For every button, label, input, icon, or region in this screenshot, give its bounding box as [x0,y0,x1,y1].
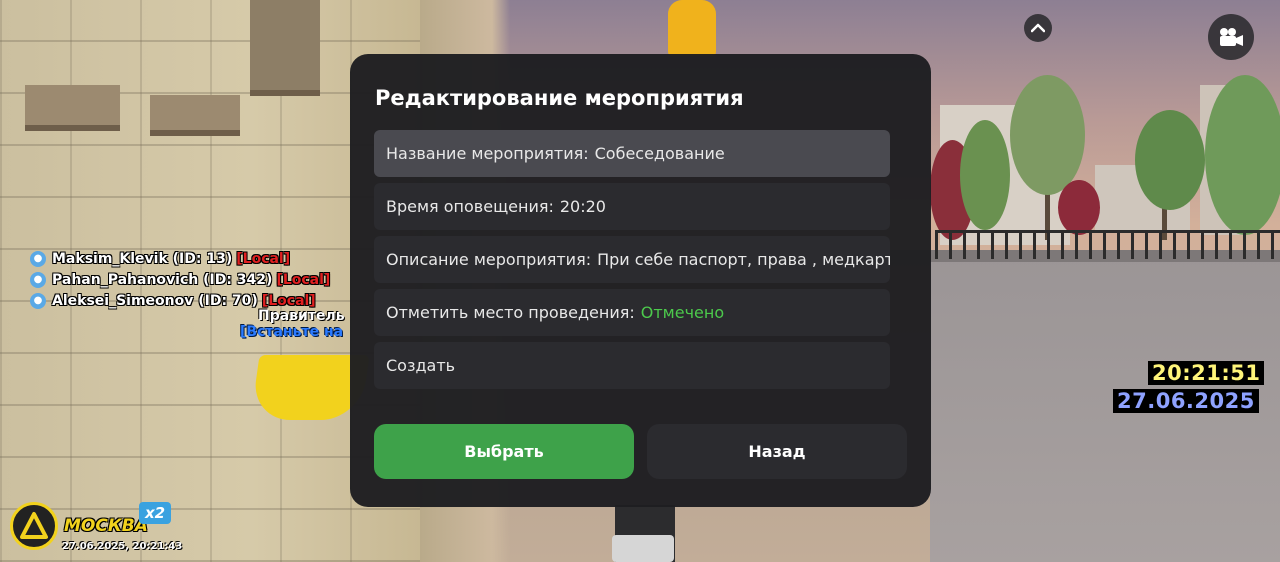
server-city: МОСКВА [64,516,148,536]
event-description-item[interactable]: Описание мероприятия: При себе паспорт, … [374,236,890,283]
video-camera-icon [1220,28,1243,46]
microphone-icon: ● [30,292,46,309]
tree [1205,75,1280,235]
mark-location-item[interactable]: Отметить место проведения: Отмечено [374,289,890,336]
player-row: ● Maksim_Klevik (ID: 13) [Local] [30,248,330,269]
tree [960,120,1010,230]
player-row: ● Pahan_Pahanovich (ID: 342) [Local] [30,269,330,290]
fence [935,230,1280,259]
game-date: 27.06.2025 [1113,389,1259,413]
notification-time-item[interactable]: Время оповещения: 20:20 [374,183,890,230]
npc-label: Правитель [258,308,345,324]
event-name-item[interactable]: Название мероприятия: Собеседование [374,130,890,177]
window [25,85,120,131]
server-datetime: 27.06.2025, 20:21:43 [62,541,183,552]
item-label: Название мероприятия: [386,144,589,163]
item-label: Создать [386,356,456,375]
server-logo-icon [10,502,58,550]
logo-glyph [20,512,48,539]
player-name: Aleksei_Simeonov (ID: 70) [52,292,258,309]
item-value: 20:20 [559,197,606,216]
camera-button[interactable] [1208,14,1254,60]
select-button[interactable]: Выбрать [374,424,634,479]
item-label: Время оповещения: [386,197,554,216]
dialog-title: Редактирование мероприятия [375,86,744,110]
character-jacket [668,0,716,56]
npc-hint: [Встаньте на [240,324,344,340]
microphone-icon: ● [30,250,46,267]
microphone-icon: ● [30,271,46,288]
player-name: Pahan_Pahanovich (ID: 342) [52,271,273,288]
player-name: Maksim_Klevik (ID: 13) [52,250,233,267]
item-value: Отмечено [640,303,725,322]
back-button[interactable]: Назад [647,424,907,479]
chevron-up-icon [1031,23,1045,33]
character-shoes [612,535,674,562]
item-label: Отметить место проведения: [386,303,635,322]
multiplier-badge: x2 [139,502,171,524]
tree [1135,110,1205,210]
local-tag: [Local] [261,292,316,309]
local-tag: [Local] [276,271,331,288]
game-time: 20:21:51 [1148,361,1265,385]
window [250,0,320,96]
create-item[interactable]: Создать [374,342,890,389]
tree [1058,180,1100,235]
collapse-button[interactable] [1024,14,1052,42]
event-edit-dialog: Редактирование мероприятия Название меро… [350,54,931,507]
local-tag: [Local] [236,250,291,267]
item-label: Описание мероприятия: [386,250,592,269]
window [150,95,240,136]
nearby-players-list: ● Maksim_Klevik (ID: 13) [Local] ● Pahan… [30,248,330,311]
item-value: При себе паспорт, права , медкарта [597,250,890,269]
tree [1010,75,1085,195]
item-value: Собеседование [594,144,725,163]
